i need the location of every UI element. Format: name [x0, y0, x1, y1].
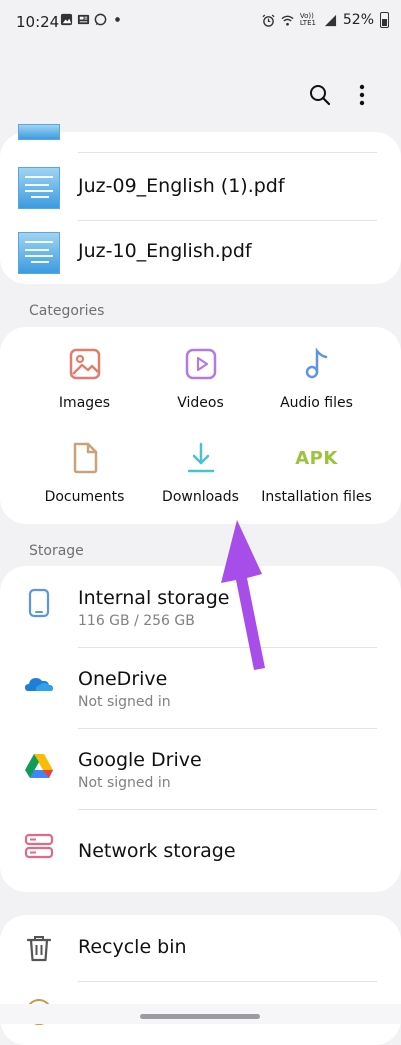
apk-icon-text: APK [295, 447, 338, 469]
category-label: Videos [177, 395, 224, 411]
file-row[interactable]: Juz-09_English (1).pdf [0, 157, 401, 221]
wifi-icon [281, 15, 294, 26]
divider [78, 220, 377, 221]
battery-percent: 52% [342, 12, 374, 28]
category-label: Downloads [162, 489, 239, 505]
category-images[interactable]: Images [18, 347, 151, 441]
pdf-thumbnail [18, 167, 60, 209]
more-options-button[interactable] [345, 78, 379, 112]
file-name: Juz-09_English (1).pdf [78, 175, 285, 197]
category-label: Images [58, 395, 111, 411]
file-row[interactable]: Juz-10_English.pdf [0, 222, 401, 286]
video-icon [185, 348, 216, 380]
category-label: Audio files [280, 395, 353, 411]
onedrive-icon [25, 678, 53, 691]
category-documents[interactable]: Documents [18, 441, 151, 535]
more-vertical-icon [359, 84, 365, 106]
volte-icon: Vo)) LTE1 [299, 12, 316, 27]
alarm-icon [262, 13, 275, 27]
category-audio-files[interactable]: Audio files [250, 347, 383, 441]
storage-card: Internal storage 116 GB / 256 GB OneDriv… [0, 566, 401, 892]
category-videos[interactable]: Videos [134, 347, 267, 441]
app-bar [0, 70, 401, 120]
pdf-thumbnail [18, 232, 60, 274]
whatsapp-icon [94, 13, 107, 26]
navigation-bar [0, 1004, 401, 1024]
music-note-icon [305, 347, 327, 379]
storage-item-onedrive[interactable]: OneDrive Not signed in [0, 647, 401, 728]
file-name: Juz-10_English.pdf [78, 240, 252, 262]
search-button[interactable] [303, 78, 337, 112]
download-icon [187, 442, 214, 473]
divider [78, 152, 377, 153]
category-label: Installation files [261, 489, 372, 505]
storage-item-network[interactable]: Network storage [0, 809, 401, 890]
storage-item-google-drive[interactable]: Google Drive Not signed in [0, 728, 401, 809]
google-drive-icon [25, 754, 53, 778]
news-icon [77, 14, 90, 25]
storage-subtitle: Not signed in [78, 694, 171, 710]
file-thumbnail [18, 124, 60, 140]
status-left-icons [60, 13, 124, 26]
storage-title: Network storage [78, 840, 236, 862]
storage-title: Google Drive [78, 749, 202, 771]
status-bar: 10:24 Vo)) LTE1 52% [0, 0, 401, 46]
image-icon [60, 13, 73, 26]
storage-title: Internal storage [78, 587, 230, 609]
categories-label: Categories [29, 303, 105, 319]
apk-icon: APK [287, 441, 347, 475]
category-label: Documents [44, 489, 125, 505]
search-icon [310, 85, 331, 106]
home-handle[interactable] [140, 1014, 260, 1019]
image-icon [69, 348, 100, 380]
recycle-bin-title: Recycle bin [78, 936, 187, 958]
categories-card: Images Videos Audio files Documents Down… [0, 327, 401, 524]
document-icon [73, 442, 97, 474]
category-downloads[interactable]: Downloads [134, 441, 267, 535]
network-storage-icon [24, 833, 54, 859]
recent-files-card: Juz-09_English (1).pdf Juz-10_English.pd… [0, 124, 401, 286]
utilities-card: Recycle bin [0, 915, 401, 1045]
storage-title: OneDrive [78, 668, 168, 690]
recycle-bin-item[interactable]: Recycle bin [0, 915, 401, 981]
status-time: 10:24 [16, 13, 60, 31]
storage-label: Storage [29, 543, 84, 559]
battery-icon [380, 12, 389, 28]
dot-icon [115, 17, 120, 22]
phone-icon [28, 588, 50, 618]
storage-item-internal[interactable]: Internal storage 116 GB / 256 GB [0, 566, 401, 647]
status-right: Vo)) LTE1 52% [262, 12, 389, 28]
divider [78, 981, 377, 982]
storage-subtitle: 116 GB / 256 GB [78, 613, 195, 629]
signal-icon [324, 14, 336, 26]
storage-subtitle: Not signed in [78, 775, 171, 791]
trash-icon [26, 936, 52, 962]
category-installation-files[interactable]: APK Installation files [250, 441, 383, 535]
